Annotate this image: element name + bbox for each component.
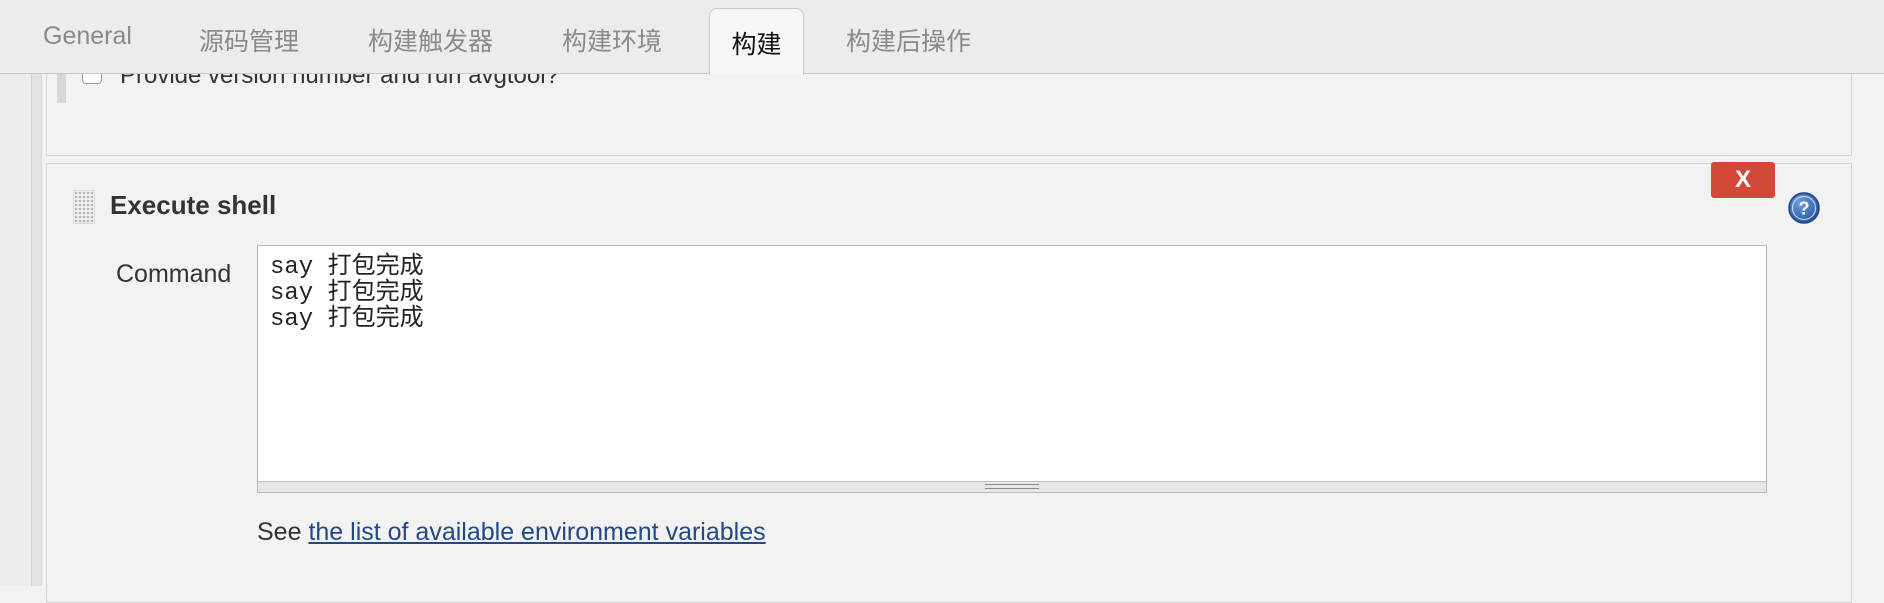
config-tab-bar: General 源码管理 构建触发器 构建环境 构建 构建后操作 bbox=[0, 0, 1884, 75]
env-vars-hint-prefix: See bbox=[257, 518, 309, 546]
svg-text:?: ? bbox=[1799, 199, 1810, 219]
execute-shell-title: Execute shell bbox=[110, 190, 277, 220]
tab-build-triggers[interactable]: 构建触发器 bbox=[368, 22, 493, 58]
resize-grip-icon bbox=[985, 484, 1039, 489]
delete-step-button[interactable]: X bbox=[1711, 162, 1775, 198]
execute-shell-step: Execute shell X ? Command say 打包完成 say 打… bbox=[46, 162, 1852, 603]
tab-post-build-actions[interactable]: 构建后操作 bbox=[846, 22, 971, 58]
env-vars-hint: See the list of available environment va… bbox=[257, 518, 766, 547]
drag-handle-icon[interactable] bbox=[73, 190, 95, 224]
textarea-resize-handle[interactable] bbox=[258, 481, 1766, 492]
tab-source-management[interactable]: 源码管理 bbox=[199, 22, 299, 58]
section-indent-bar bbox=[31, 74, 41, 586]
command-label: Command bbox=[116, 260, 232, 288]
tab-build-environment[interactable]: 构建环境 bbox=[562, 22, 662, 58]
tab-general[interactable]: General bbox=[43, 22, 132, 51]
help-icon[interactable]: ? bbox=[1788, 192, 1820, 224]
command-textarea[interactable]: say 打包完成 say 打包完成 say 打包完成 bbox=[258, 246, 1766, 482]
env-vars-link[interactable]: the list of available environment variab… bbox=[308, 518, 765, 546]
command-editor: say 打包完成 say 打包完成 say 打包完成 bbox=[257, 245, 1767, 493]
tab-build[interactable]: 构建 bbox=[709, 8, 804, 75]
previous-build-step: Provide version number and run avgtool? bbox=[46, 60, 1852, 156]
